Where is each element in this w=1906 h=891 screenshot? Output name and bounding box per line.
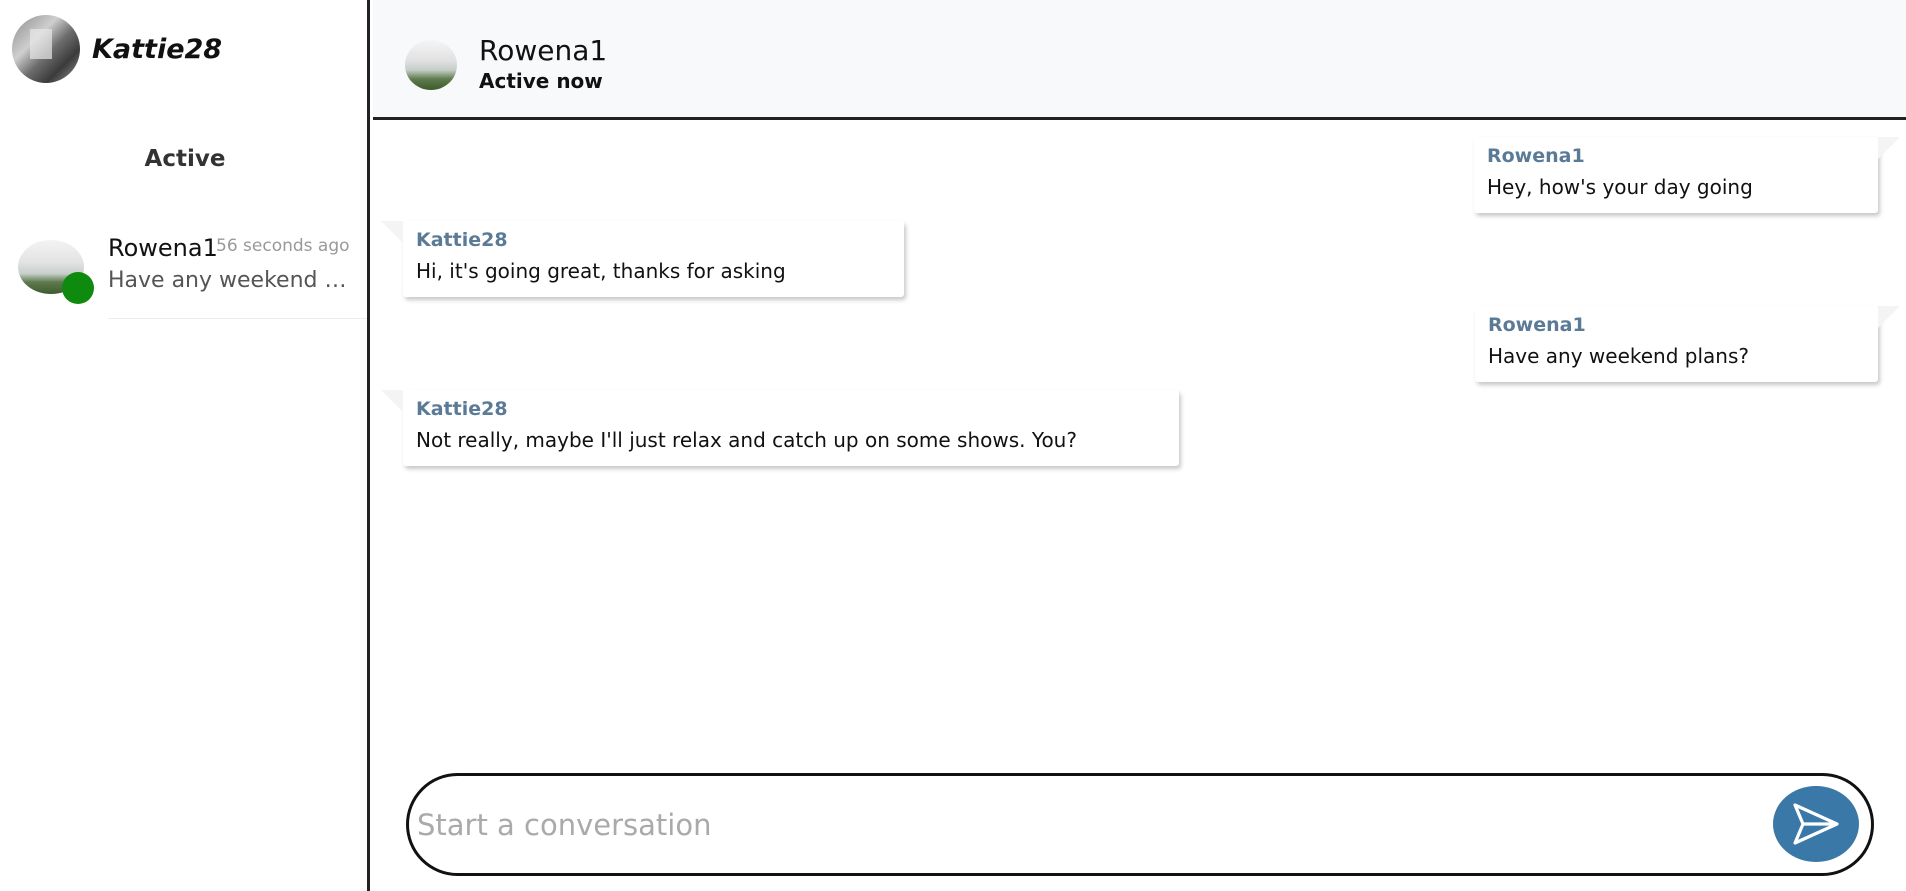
chat-header: Rowena1 Active now (373, 0, 1906, 120)
message-tail (381, 390, 403, 412)
current-user-name: Kattie28 (92, 33, 223, 65)
chat-partner-status: Active now (479, 69, 603, 93)
message-bubble-incoming: Rowena1 Hey, how's your day going (1474, 137, 1900, 213)
message-bubble-outgoing: Kattie28 Not really, maybe I'll just rel… (381, 390, 1179, 466)
contact-name: Rowena1 (108, 234, 218, 262)
message-tail (1878, 137, 1900, 159)
message-sender: Kattie28 (416, 398, 508, 420)
contact-divider (108, 318, 367, 319)
contact-message-preview: Have any weekend plans? (108, 268, 350, 293)
message-composer (406, 773, 1874, 876)
message-sender: Kattie28 (416, 229, 508, 251)
online-status-indicator (62, 272, 94, 304)
chat-partner-name: Rowena1 (479, 34, 608, 67)
message-bubble-incoming: Rowena1 Have any weekend plans? (1475, 306, 1900, 382)
contact-last-active-time: 56 seconds ago (216, 236, 350, 256)
message-sender: Rowena1 (1487, 145, 1585, 167)
message-text: Not really, maybe I'll just relax and ca… (416, 428, 1077, 452)
contact-list-item[interactable]: Rowena1 56 seconds ago Have any weekend … (0, 222, 367, 320)
message-text: Have any weekend plans? (1488, 344, 1750, 368)
message-bubble-outgoing: Kattie28 Hi, it's going great, thanks fo… (381, 221, 904, 297)
sidebar: Kattie28 Active Rowena1 56 seconds ago H… (0, 0, 370, 891)
message-input[interactable] (415, 794, 1669, 856)
current-user-avatar[interactable] (12, 15, 80, 83)
current-user: Kattie28 (12, 14, 222, 84)
chat-partner-avatar[interactable] (405, 40, 457, 90)
message-tail (1878, 306, 1900, 328)
message-tail (381, 221, 403, 243)
message-text: Hi, it's going great, thanks for asking (416, 259, 786, 283)
send-button[interactable] (1773, 786, 1859, 862)
active-section-heading: Active (144, 146, 226, 172)
message-sender: Rowena1 (1488, 314, 1586, 336)
message-text: Hey, how's your day going (1487, 175, 1753, 199)
send-icon (1793, 803, 1839, 845)
